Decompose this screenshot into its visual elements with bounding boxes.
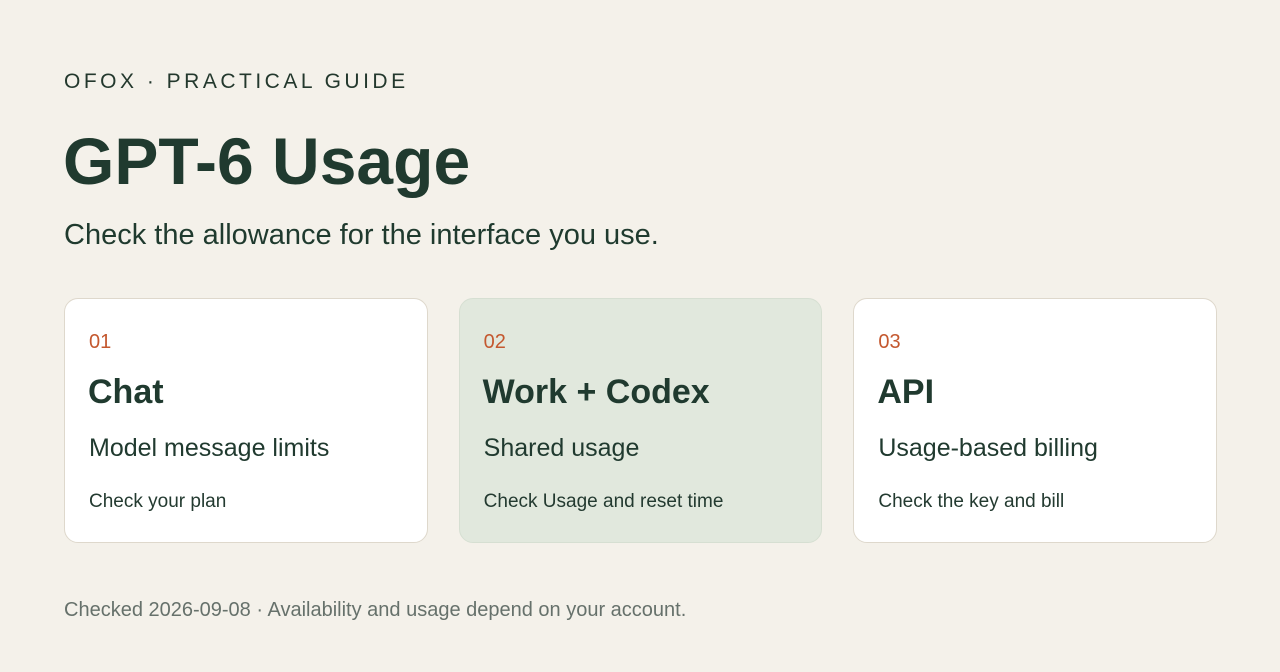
chat-card-number: 01 [89, 331, 112, 353]
api-card-note: Check the key and bill [878, 491, 1065, 512]
usage-guide-page: OFOX · PRACTICAL GUIDE GPT-6 Usage Check… [0, 0, 1280, 672]
checked-date-footer: Checked 2026-09-08 · Availability and us… [64, 599, 687, 621]
guide-eyebrow: OFOX · PRACTICAL GUIDE [64, 70, 409, 93]
work-codex-usage-card: 02 Work + Codex Shared usage Check Usage… [458, 298, 823, 543]
work-codex-card-number: 02 [483, 331, 506, 353]
page-subtitle: Check the allowance for the interface yo… [64, 219, 659, 251]
page-title: GPT-6 Usage [63, 124, 471, 198]
work-codex-card-note: Check Usage and reset time [483, 491, 724, 512]
work-codex-card-subtitle: Shared usage [483, 434, 640, 462]
chat-card-note: Check your plan [89, 491, 227, 512]
api-card-title: API [877, 373, 935, 411]
chat-card-subtitle: Model message limits [89, 434, 330, 462]
api-usage-card: 03 API Usage-based billing Check the key… [853, 298, 1218, 543]
api-card-subtitle: Usage-based billing [878, 434, 1098, 462]
work-codex-card-title: Work + Codex [482, 373, 710, 411]
api-card-number: 03 [878, 331, 901, 353]
usage-card-grid: 01 Chat Model message limits Check your … [64, 298, 1218, 543]
chat-card-title: Chat [88, 373, 164, 411]
chat-usage-card: 01 Chat Model message limits Check your … [64, 298, 428, 543]
